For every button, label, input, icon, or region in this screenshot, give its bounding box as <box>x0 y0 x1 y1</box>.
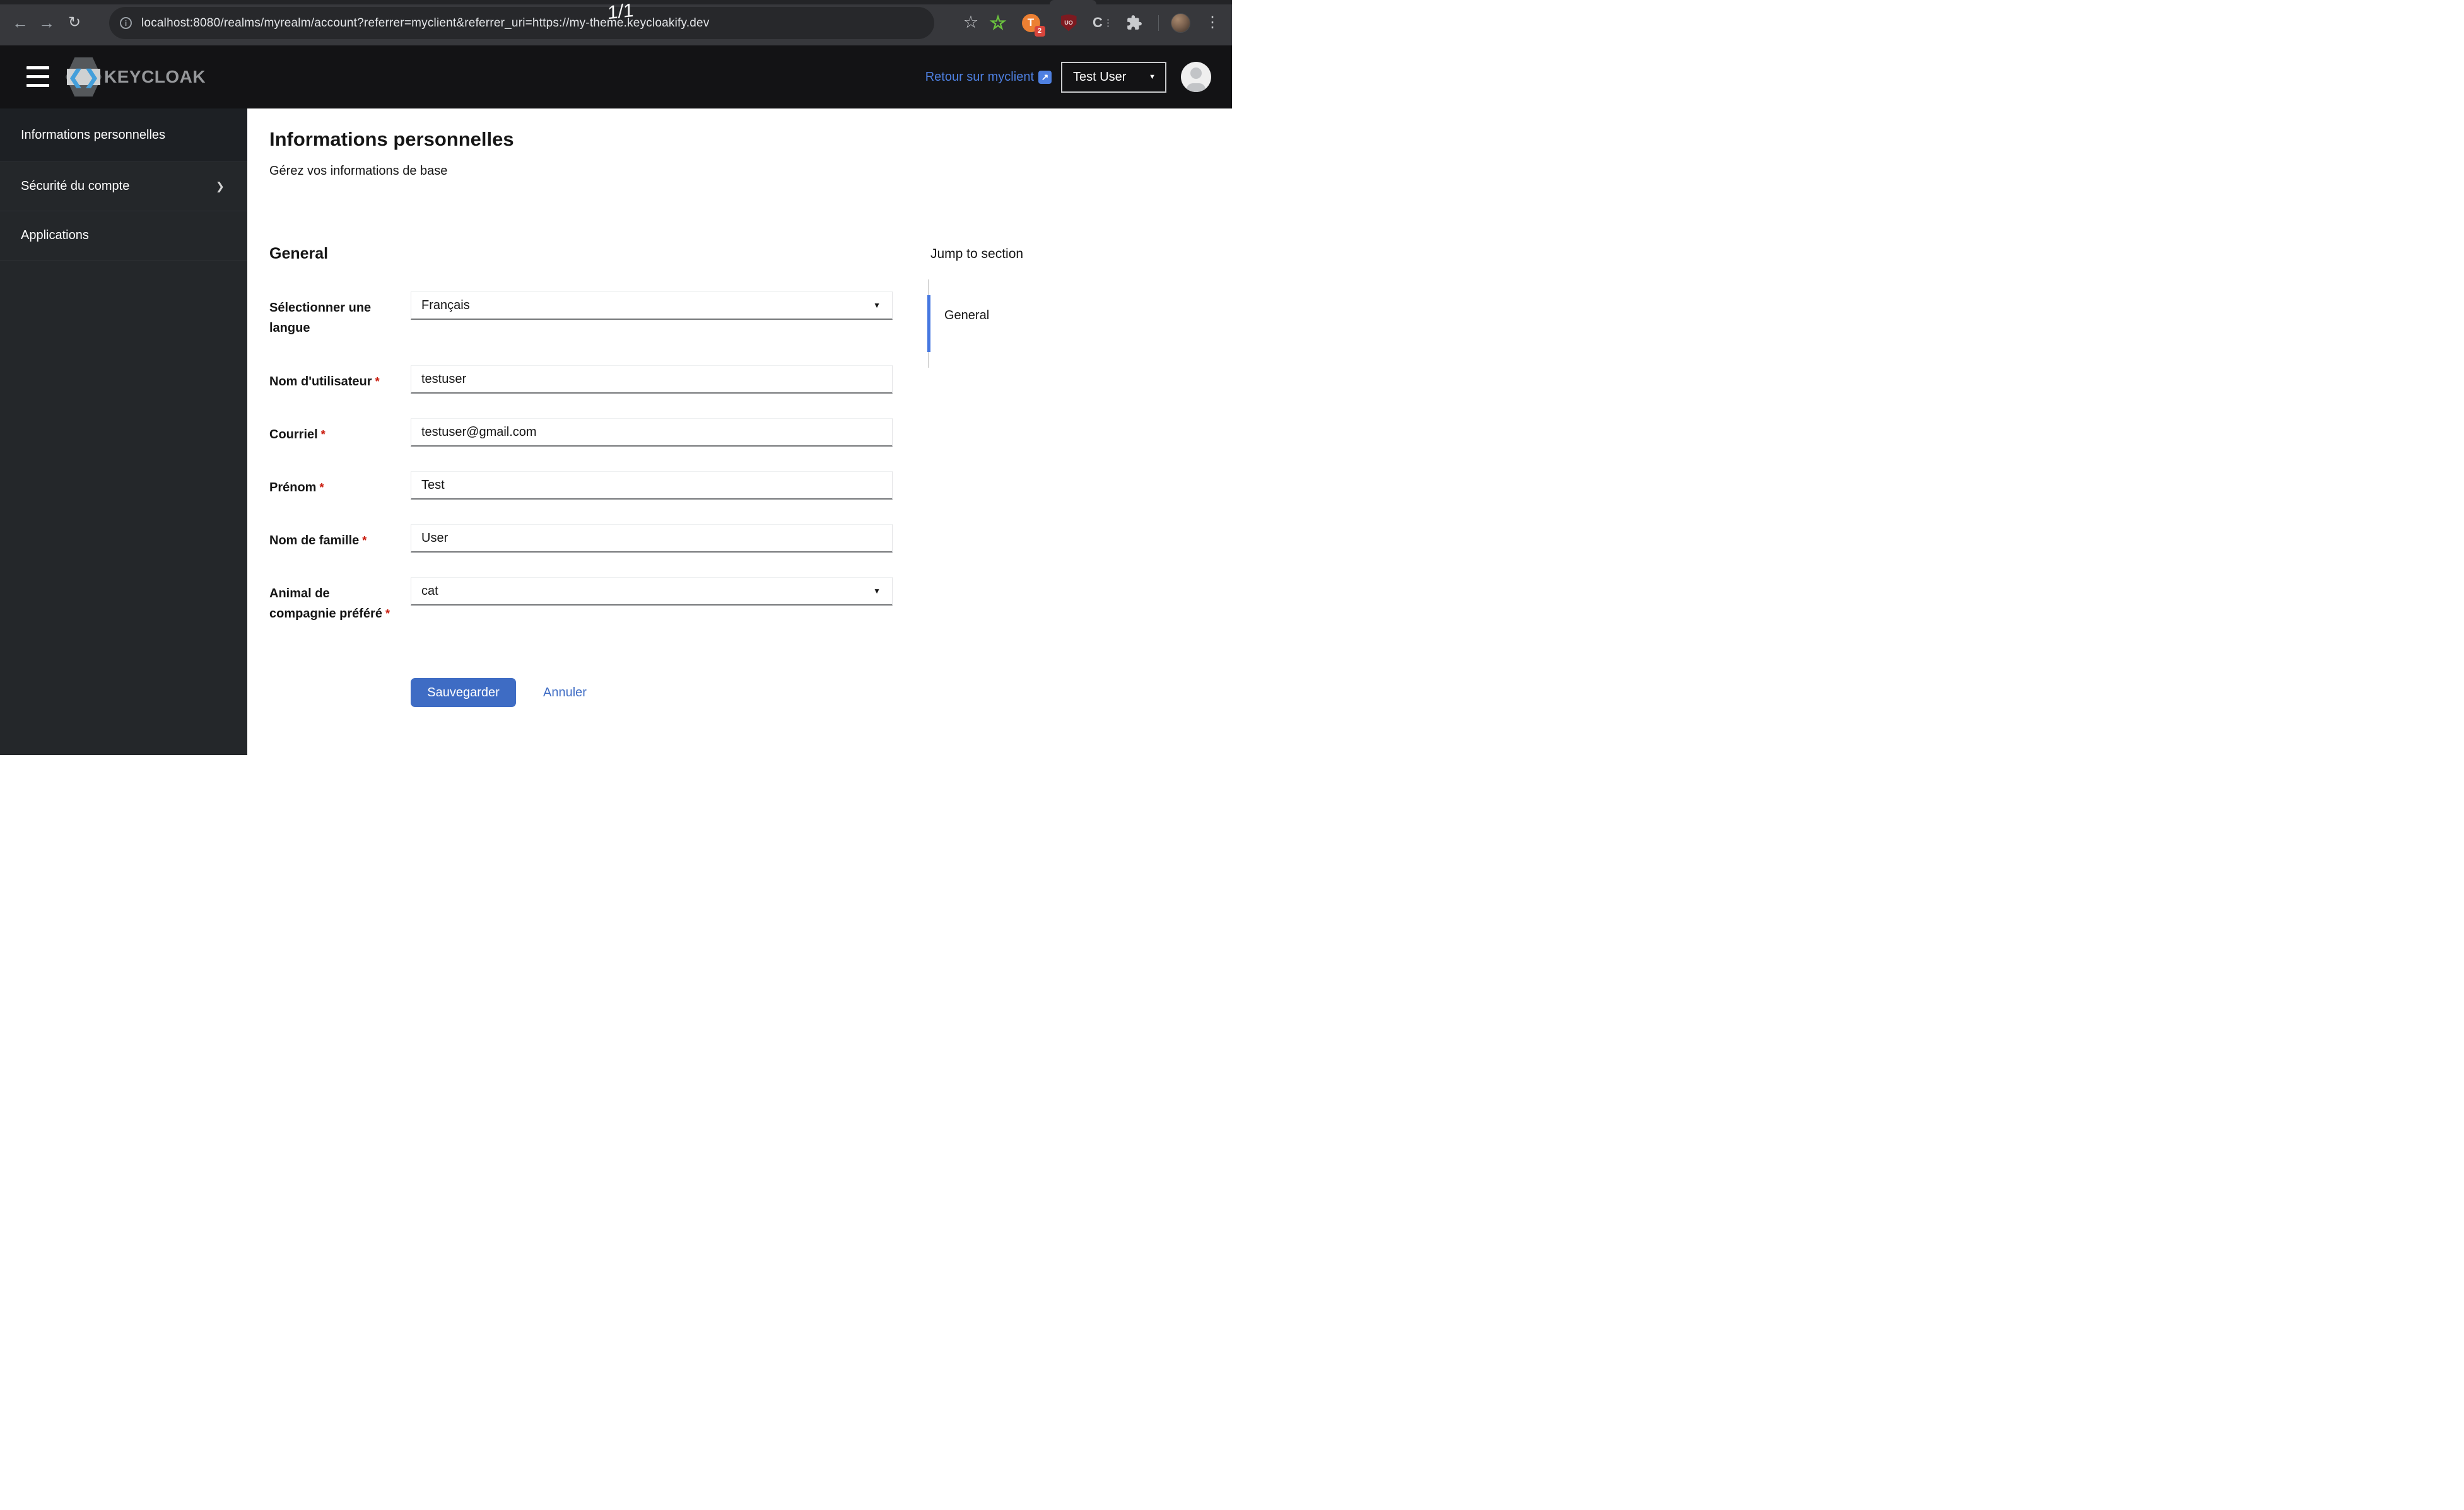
page-subtitle: Gérez vos informations de base <box>269 164 448 178</box>
required-asterisk: * <box>319 481 324 494</box>
field-label: Nom de famille * <box>269 534 367 547</box>
referrer-back-link[interactable]: Retour sur myclient <box>925 70 1034 85</box>
keycloak-hexagon-icon: ❮❯ <box>66 57 102 97</box>
field-label: Animal de compagnie préféré * <box>269 587 390 621</box>
required-asterisk: * <box>320 428 326 441</box>
forward-icon[interactable]: → <box>35 0 58 45</box>
user-dropdown[interactable]: Test User ▼ <box>1061 61 1166 93</box>
browser-window: ← → ↻ i localhost:8080/realms/myrealm/ac… <box>0 0 1232 755</box>
handwritten-annotation: 1/1 <box>607 0 634 24</box>
c-letter-icon: C <box>1093 15 1103 30</box>
sidebar-item-applications[interactable]: Applications <box>0 211 247 260</box>
sidebar-item-account-security[interactable]: Sécurité du compte ❯ <box>0 162 247 211</box>
form-row-favourite-pet: Animal de compagnie préféré * cat ▼ <box>269 577 893 624</box>
form-row-firstname: Prénom * <box>269 471 893 500</box>
form-row-lastname: Nom de famille * <box>269 524 893 553</box>
dots-icon: ⋮ <box>1103 18 1113 28</box>
section-heading: General <box>269 245 329 262</box>
reload-icon[interactable]: ↻ <box>63 0 86 45</box>
back-icon[interactable]: ← <box>9 0 32 45</box>
sidebar-item-label: Applications <box>21 228 89 242</box>
url-bar[interactable]: i localhost:8080/realms/myrealm/account?… <box>109 7 934 39</box>
field-label: Prénom * <box>269 481 324 495</box>
caret-down-icon: ▼ <box>873 301 881 310</box>
puzzle-icon <box>1127 15 1142 30</box>
extension-badge: 2 <box>1034 25 1045 37</box>
bookmark-star-icon[interactable]: ☆ <box>958 0 983 45</box>
language-select[interactable]: Français ▼ <box>411 291 893 320</box>
shield-icon: UO <box>1060 14 1077 32</box>
t-circle-icon: T 2 <box>1021 13 1045 37</box>
sidebar: Informations personnelles Sécurité du co… <box>0 108 247 755</box>
email-input[interactable] <box>411 418 893 447</box>
tampermonkey-extension-icon[interactable]: T 2 <box>1017 0 1045 45</box>
external-link-icon[interactable]: ↗ <box>1038 70 1052 84</box>
field-label: Courriel * <box>269 428 326 442</box>
favourite-pet-select[interactable]: cat ▼ <box>411 577 893 606</box>
field-label: Nom d'utilisateur * <box>269 375 380 389</box>
site-info-icon[interactable]: i <box>120 17 132 29</box>
cancel-link[interactable]: Annuler <box>543 678 587 707</box>
page-title: Informations personnelles <box>269 128 514 150</box>
avatar[interactable] <box>1181 62 1211 92</box>
ublock-extension-icon[interactable]: UO <box>1055 0 1082 45</box>
username-input[interactable] <box>411 365 893 394</box>
save-button[interactable]: Sauvegarder <box>411 678 516 707</box>
app-header: ❮❯ KEYCLOAK Retour sur myclient ↗ Test U… <box>0 45 1232 108</box>
required-asterisk: * <box>385 607 390 620</box>
c-extension-icon[interactable]: C ⋮ <box>1089 0 1117 45</box>
jump-nav-active-indicator <box>927 295 930 352</box>
browser-toolbar: ← → ↻ i localhost:8080/realms/myrealm/ac… <box>0 0 1232 45</box>
sidebar-item-label: Informations personnelles <box>21 127 166 142</box>
form-row-email: Courriel * <box>269 418 893 447</box>
caret-down-icon: ▼ <box>1149 73 1156 81</box>
sidebar-item-personal-info[interactable]: Informations personnelles <box>0 108 247 162</box>
required-asterisk: * <box>375 375 380 388</box>
star-icon: ★ <box>990 12 1006 32</box>
user-dropdown-label: Test User <box>1073 69 1127 84</box>
form-row-username: Nom d'utilisateur * <box>269 365 893 394</box>
select-value: cat <box>421 584 438 598</box>
logo-text: KEYCLOAK <box>104 67 206 86</box>
browser-profile-avatar[interactable] <box>1171 13 1190 33</box>
select-value: Français <box>421 298 470 312</box>
firstname-input[interactable] <box>411 471 893 500</box>
jump-nav-heading: Jump to section <box>930 247 1024 261</box>
nav-toggle-hamburger-icon[interactable] <box>26 66 49 88</box>
lastname-input[interactable] <box>411 524 893 553</box>
browser-menu-icon[interactable]: ⋮ <box>1201 0 1224 45</box>
extensions-puzzle-icon[interactable] <box>1120 0 1148 45</box>
green-star-extension-icon[interactable]: ★ <box>984 0 1012 45</box>
keycloak-logo: ❮❯ KEYCLOAK <box>66 45 206 108</box>
toolbar-separator <box>1158 15 1159 31</box>
jump-nav-item-general[interactable]: General <box>944 308 989 323</box>
caret-down-icon: ▼ <box>873 587 881 595</box>
sidebar-item-label: Sécurité du compte <box>21 179 130 193</box>
chevron-right-icon: ❯ <box>215 180 225 192</box>
required-asterisk: * <box>362 534 367 547</box>
field-label: Sélectionner une langue <box>269 301 372 335</box>
form-row-language: Sélectionner une langue Français ▼ <box>269 291 893 338</box>
